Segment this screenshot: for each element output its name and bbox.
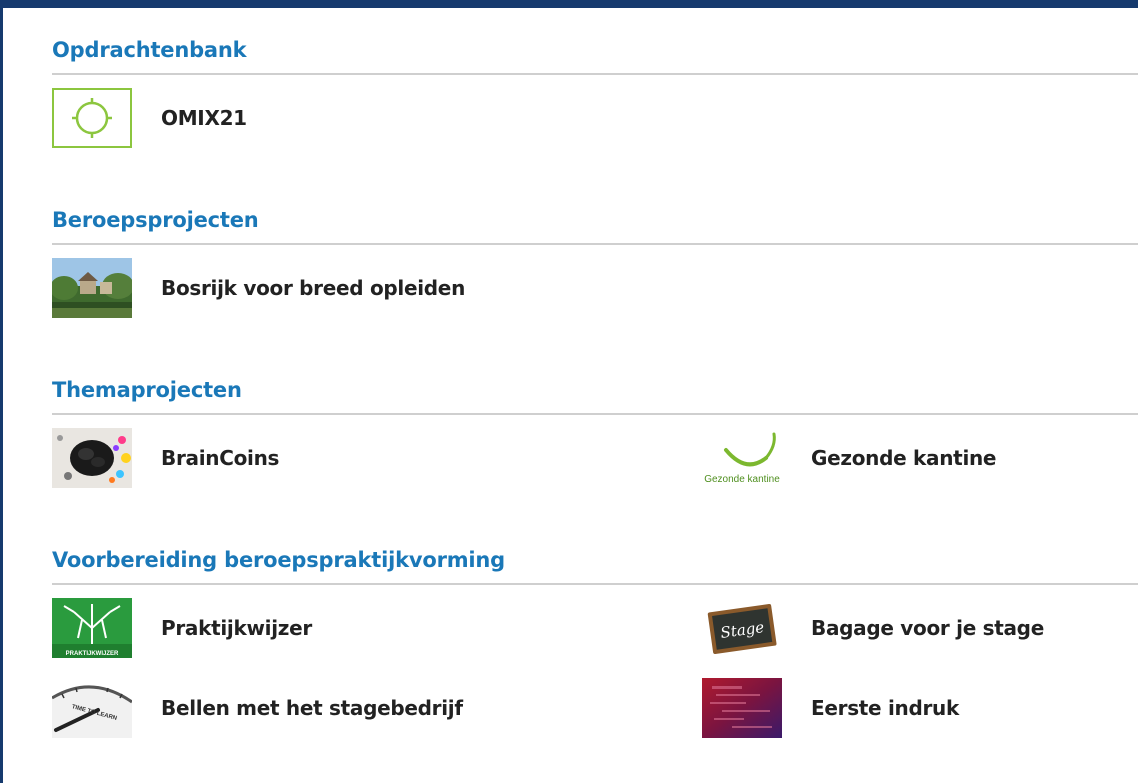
item-braincoins[interactable]: BrainCoins bbox=[52, 428, 279, 488]
section-title: Opdrachtenbank bbox=[52, 38, 247, 62]
item-label: Bagage voor je stage bbox=[811, 616, 1044, 640]
item-gezonde-kantine[interactable]: Gezonde kantine Gezonde kantine bbox=[702, 428, 997, 488]
item-praktijkwijzer[interactable]: PRAKTIJKWIJZER Praktijkwijzer bbox=[52, 598, 312, 658]
section-voorbereiding: Voorbereiding beroepspraktijkvorming PRA… bbox=[52, 518, 1138, 778]
time-to-learn-clock-thumbnail: TIME TO LEARN bbox=[52, 678, 132, 738]
stage-chalkboard-thumbnail: Stage bbox=[702, 598, 782, 658]
omix-target-icon bbox=[52, 88, 132, 148]
item-omix21[interactable]: OMIX21 bbox=[52, 88, 247, 148]
item-bosrijk[interactable]: Bosrijk voor breed opleiden bbox=[52, 258, 465, 318]
section-title: Themaprojecten bbox=[52, 378, 242, 402]
section-title: Voorbereiding beroepspraktijkvorming bbox=[52, 548, 506, 572]
item-label: Gezonde kantine bbox=[811, 446, 997, 470]
section-opdrachtenbank: Opdrachtenbank OMIX21 bbox=[52, 8, 1138, 178]
forest-house-thumbnail bbox=[52, 258, 132, 318]
item-label: Praktijkwijzer bbox=[161, 616, 312, 640]
section-title: Beroepsprojecten bbox=[52, 208, 259, 232]
praktijkwijzer-tree-thumbnail: PRAKTIJKWIJZER bbox=[52, 598, 132, 658]
item-label: Bosrijk voor breed opleiden bbox=[161, 276, 466, 300]
project-list: Opdrachtenbank OMIX21 Beroepsprojecten B… bbox=[52, 8, 1138, 778]
item-label: OMIX21 bbox=[161, 106, 247, 130]
window-top-border bbox=[0, 0, 1138, 8]
section-themaprojecten: Themaprojecten BrainCoins Gezonde kantin… bbox=[52, 348, 1138, 518]
item-bellen-met-het-stagebedrijf[interactable]: TIME TO LEARN Bellen met het stagebedrij… bbox=[52, 678, 463, 738]
praktijkwijzer-logo-text: PRAKTIJKWIJZER bbox=[66, 651, 119, 657]
item-eerste-indruk[interactable]: Eerste indruk bbox=[702, 678, 959, 738]
section-beroepsprojecten: Beroepsprojecten Bosrijk voor breed ople… bbox=[52, 178, 1138, 348]
item-bagage-voor-je-stage[interactable]: Stage Bagage voor je stage bbox=[702, 598, 1044, 658]
gezonde-kantine-logo: Gezonde kantine bbox=[702, 428, 782, 488]
eerste-indruk-thumbnail bbox=[702, 678, 782, 738]
colorful-brain-thumbnail bbox=[52, 428, 132, 488]
section-divider bbox=[52, 413, 1138, 415]
section-divider bbox=[52, 243, 1138, 245]
item-label: Bellen met het stagebedrijf bbox=[161, 696, 463, 720]
item-label: Eerste indruk bbox=[811, 696, 959, 720]
gezonde-kantine-logo-text: Gezonde kantine bbox=[704, 474, 780, 485]
section-divider bbox=[52, 583, 1138, 585]
section-divider bbox=[52, 73, 1138, 75]
window-left-border bbox=[0, 0, 3, 783]
item-label: BrainCoins bbox=[161, 446, 280, 470]
